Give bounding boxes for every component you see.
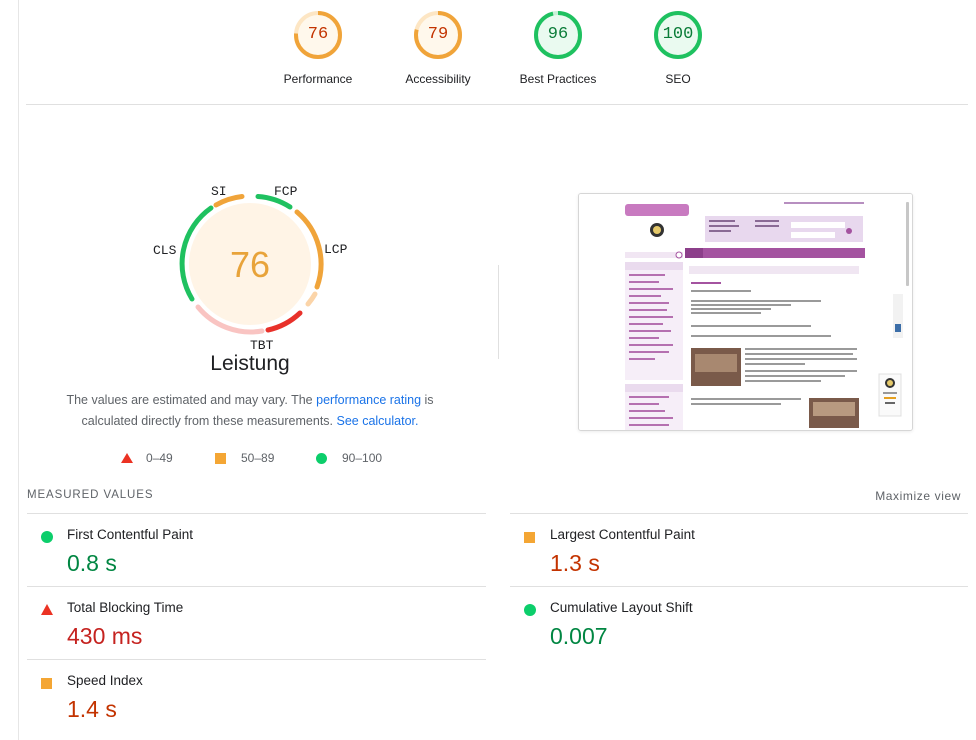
final-screenshot[interactable] [578, 193, 913, 431]
metric-lcp[interactable]: Largest Contentful Paint 1.3 s [510, 514, 970, 587]
legend-pass-label: 90–100 [342, 451, 383, 465]
gauge-score: 100 [662, 25, 694, 44]
see-calculator-link[interactable]: See calculator. [336, 414, 418, 428]
pass-circle-icon [41, 531, 53, 543]
metric-tbt[interactable]: Total Blocking Time 430 ms [27, 587, 487, 660]
left-border [18, 0, 19, 740]
metric-value: 1.4 s [67, 696, 117, 722]
gauge-label: Best Practices [519, 72, 597, 86]
metric-label-fcp: FCP [274, 184, 298, 199]
legend-fail-label: 0–49 [146, 451, 173, 465]
gauge-score: 96 [547, 25, 569, 44]
metric-name: First Contentful Paint [67, 527, 194, 542]
metric-label-si: SI [211, 184, 227, 199]
fail-triangle-icon [41, 604, 53, 615]
triangle-icon [121, 453, 133, 463]
metric-label-cls: CLS [153, 243, 177, 258]
maximize-view-button[interactable]: Maximize view [875, 489, 961, 503]
average-square-icon [524, 532, 535, 543]
metric-name: Largest Contentful Paint [550, 527, 695, 542]
description-text: The values are estimated and may vary. T… [66, 393, 317, 407]
header-divider [26, 104, 968, 105]
performance-score: 76 [229, 244, 271, 285]
square-icon [215, 453, 226, 464]
legend-average-label: 50–89 [241, 451, 275, 465]
page-thumbnail [579, 194, 912, 430]
metric-name: Cumulative Layout Shift [550, 600, 693, 615]
gauge-score: 76 [307, 25, 329, 44]
performance-description: The values are estimated and may vary. T… [40, 390, 460, 432]
gauge-label: Accessibility [405, 72, 471, 86]
average-square-icon [41, 678, 52, 689]
metric-name: Total Blocking Time [67, 600, 184, 615]
metric-value: 0.8 s [67, 550, 117, 576]
metric-label-lcp: LCP [324, 242, 348, 257]
gauge-label: SEO [665, 72, 691, 86]
pass-circle-icon [524, 604, 536, 616]
metric-value: 430 ms [67, 623, 143, 649]
category-gauges: 76 Performance 79 Accessibility 96 Best … [258, 8, 738, 92]
metric-value: 0.007 [550, 623, 608, 649]
gauge-label: Performance [283, 72, 353, 86]
measured-values-heading: MEASURED VALUES [27, 489, 154, 501]
vertical-divider [498, 265, 499, 359]
metric-cls[interactable]: Cumulative Layout Shift 0.007 [510, 587, 970, 660]
performance-title: Leistung [210, 352, 290, 375]
circle-icon [316, 453, 327, 464]
metric-name: Speed Index [67, 673, 143, 688]
metric-value: 1.3 s [550, 550, 600, 576]
metric-fcp[interactable]: First Contentful Paint 0.8 s [27, 514, 487, 587]
performance-rating-link[interactable]: performance rating [316, 393, 421, 407]
metric-si[interactable]: Speed Index 1.4 s [27, 660, 487, 733]
metric-label-tbt: TBT [250, 338, 274, 353]
gauge-score: 79 [427, 25, 449, 44]
score-legend: 0–49 50–89 90–100 [118, 450, 418, 466]
